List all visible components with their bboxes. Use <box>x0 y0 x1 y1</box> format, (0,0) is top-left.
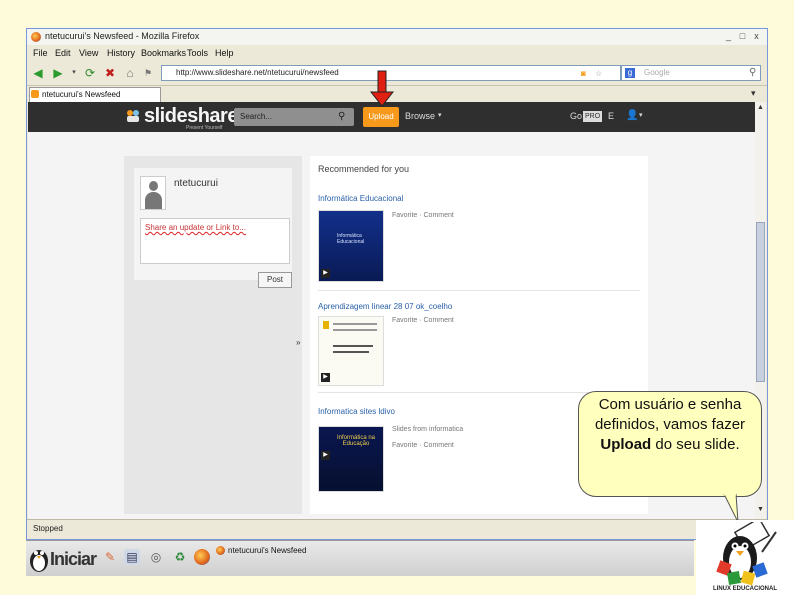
close-button[interactable]: x <box>751 31 762 42</box>
firefox-icon <box>31 32 41 42</box>
play-icon[interactable]: ▶ <box>321 373 330 382</box>
logo-label: LINUX EDUCACIONAL <box>713 586 777 592</box>
play-icon[interactable]: ▶ <box>321 451 330 460</box>
back-arrow-icon[interactable]: ◀ <box>31 66 45 80</box>
browse-menu[interactable]: Browse <box>405 111 435 121</box>
menu-history[interactable]: History <box>107 48 135 58</box>
chevron-down-icon: ▾ <box>438 112 442 119</box>
slideshare-tagline: Present Yourself <box>186 125 223 131</box>
recommended-item-actions[interactable]: Favorite · Comment <box>392 442 454 449</box>
callout-text-1: Com usuário e senha definidos, vamos faz… <box>594 396 746 433</box>
callout-balloon: Com usuário e senha definidos, vamos faz… <box>578 391 762 497</box>
left-sidebar: ntetucurui Share an update or Link to...… <box>124 156 302 514</box>
title-bar: ntetucurui's Newsfeed - Mozilla Firefox … <box>27 29 767 45</box>
text-line <box>333 351 369 353</box>
recommended-item-title[interactable]: Informatica sites ldivo <box>318 407 395 416</box>
language-menu[interactable]: E <box>608 111 614 121</box>
go-link[interactable]: Go <box>570 111 582 121</box>
window-title: ntetucurui's Newsfeed - Mozilla Firefox <box>45 31 200 41</box>
thumbnail-text: Informática na Educação <box>336 435 376 447</box>
navigation-toolbar: ◀ ▶ ▾ ⟳ ✖ ⌂ ⚑ http://www.slideshare.net/… <box>27 61 767 85</box>
status-update-input[interactable]: Share an update or Link to... <box>140 218 290 264</box>
firefox-small-icon <box>216 546 225 555</box>
slide-thumbnail[interactable]: Informática Educacional ▶ <box>318 210 384 282</box>
status-bar: Stopped ◀ ▶ <box>27 519 767 539</box>
penguin-icon <box>30 550 48 572</box>
avatar-head-icon <box>149 181 158 191</box>
callout-bold: Upload <box>600 436 652 453</box>
divider <box>318 290 640 291</box>
recommended-item-title[interactable]: Informática Educacional <box>318 194 403 203</box>
history-dropdown-icon[interactable]: ▾ <box>67 66 81 80</box>
tab-newsfeed[interactable]: ntetucurui's Newsfeed <box>29 87 161 102</box>
text-line <box>333 329 377 331</box>
minimize-button[interactable]: _ <box>723 31 734 42</box>
slideshare-favicon-icon <box>31 90 39 98</box>
rss-icon[interactable]: ◙ <box>581 69 586 78</box>
profile-username[interactable]: ntetucurui <box>174 178 218 189</box>
thumbnail-text: Informática Educacional <box>337 233 365 245</box>
upload-button[interactable]: Upload <box>363 107 399 127</box>
menu-bar: File Edit View History Bookmarks Tools H… <box>27 45 767 61</box>
cursor-marker: » <box>296 338 301 347</box>
user-menu-chevron-icon[interactable]: ▾ <box>639 111 643 119</box>
google-icon[interactable]: g <box>625 68 635 78</box>
menu-bookmarks[interactable]: Bookmarks <box>141 48 186 58</box>
forward-arrow-icon[interactable]: ▶ <box>51 66 65 80</box>
search-icon[interactable]: ⚲ <box>338 111 345 122</box>
doc-logo-icon <box>323 321 329 329</box>
avatar[interactable] <box>140 176 166 210</box>
scrollbar-thumb[interactable] <box>756 222 765 382</box>
menu-tools[interactable]: Tools <box>187 48 208 58</box>
home-icon[interactable]: ⌂ <box>123 66 137 80</box>
firefox-taskbar-icon[interactable] <box>194 549 210 565</box>
red-arrow-icon <box>369 70 395 107</box>
bookmark-icon[interactable]: ⚑ <box>141 66 155 80</box>
avatar-body-icon <box>145 192 162 209</box>
search-input[interactable]: Google <box>621 65 761 81</box>
paint-icon[interactable]: ✎ <box>102 549 118 565</box>
star-icon[interactable]: ☆ <box>595 69 602 78</box>
menu-view[interactable]: View <box>79 48 98 58</box>
recommended-item-actions[interactable]: Favorite · Comment <box>392 212 454 219</box>
callout-text-2: do seu slide. <box>651 436 740 453</box>
start-button[interactable]: Iniciar <box>26 543 97 575</box>
scroll-up-icon[interactable]: ▲ <box>757 104 764 111</box>
linux-educacional-logo: LINUX EDUCACIONAL <box>696 520 794 595</box>
menu-edit[interactable]: Edit <box>55 48 71 58</box>
pro-badge[interactable]: PRO <box>583 111 603 122</box>
slideshare-search-input[interactable]: Search... <box>234 108 354 126</box>
tab-bar: ntetucurui's Newsfeed ▾ <box>27 85 767 102</box>
text-line <box>333 323 377 325</box>
play-icon[interactable]: ▶ <box>321 269 330 278</box>
post-button[interactable]: Post <box>258 272 292 288</box>
document-icon[interactable]: ▤ <box>124 549 140 565</box>
status-text: Stopped <box>33 524 63 533</box>
taskbar: Iniciar ✎ ▤ ◎ ♻ ntetucurui's Newsfeed <box>26 540 694 576</box>
profile-box: ntetucurui Share an update or Link to...… <box>134 168 292 288</box>
reload-icon[interactable]: ⟳ <box>83 66 97 80</box>
maximize-button[interactable]: □ <box>737 31 748 42</box>
menu-file[interactable]: File <box>33 48 48 58</box>
menu-help[interactable]: Help <box>215 48 234 58</box>
recycle-icon[interactable]: ♻ <box>172 549 188 565</box>
recommended-heading: Recommended for you <box>318 164 410 174</box>
magnifier-icon[interactable]: ⚲ <box>749 67 756 78</box>
user-icon[interactable]: 👤 <box>626 110 638 121</box>
scroll-down-icon[interactable]: ▼ <box>757 506 764 513</box>
start-label: Iniciar <box>50 549 97 569</box>
text-line <box>333 345 373 347</box>
slide-thumbnail[interactable]: Informática na Educação ▶ <box>318 426 384 492</box>
recommended-item-title[interactable]: Aprendizagem linear 28 07 ok_coelho <box>318 302 452 311</box>
penguin-logo-icon <box>716 522 777 586</box>
recommended-item-actions[interactable]: Favorite · Comment <box>392 317 454 324</box>
slideshare-logo-icon <box>126 109 140 125</box>
recommended-item-uploader[interactable]: Slides from informatica <box>392 426 463 433</box>
stop-icon[interactable]: ✖ <box>103 66 117 80</box>
tab-list-icon[interactable]: ▾ <box>751 88 756 99</box>
slide-thumbnail[interactable]: ▶ <box>318 316 384 386</box>
taskbar-item-firefox[interactable]: ntetucurui's Newsfeed <box>214 543 344 559</box>
network-icon[interactable]: ◎ <box>148 549 164 565</box>
